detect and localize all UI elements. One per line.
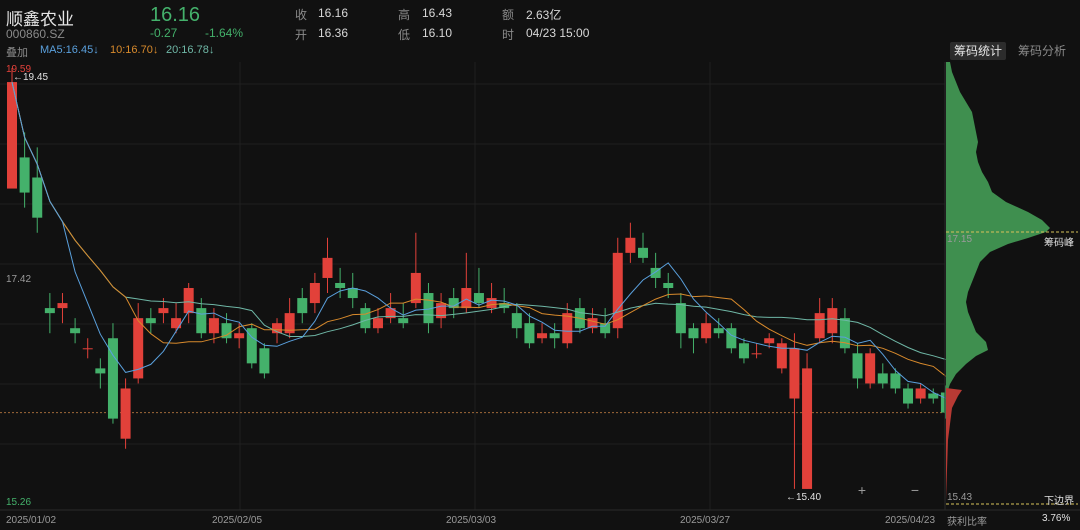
candle-body [789, 348, 800, 399]
date-label: 2025/01/02 [6, 515, 57, 526]
candle-body [120, 388, 131, 439]
candle-body [347, 288, 358, 299]
candle-body [903, 388, 914, 404]
candle-body [877, 373, 888, 384]
candle-body [372, 318, 383, 329]
bottom-price-label: 15.26 [6, 497, 32, 508]
candle-body [776, 343, 787, 369]
profit-ratio-label: 获利比率 [947, 517, 987, 528]
chip-lower-price: 15.43 [947, 492, 973, 503]
low-marker: ←15.40 [786, 492, 822, 503]
candle-body [814, 313, 825, 339]
candle-body [751, 353, 762, 355]
candle-body [852, 353, 863, 379]
candle-body [701, 323, 712, 339]
candle-body [738, 343, 749, 359]
candle-body [549, 333, 560, 339]
date-label: 2025/03/03 [446, 515, 497, 526]
candle-body [259, 348, 270, 374]
chip-loss-shape [946, 388, 962, 500]
zoom-out-button[interactable]: − [906, 482, 924, 500]
candle-body [32, 177, 43, 218]
chip-lower-label: 下边界 [1044, 496, 1074, 507]
candle-body [360, 308, 371, 329]
candle-body [688, 328, 699, 339]
chip-profit-shape [946, 62, 1050, 390]
chip-peak-price: 17.15 [947, 234, 973, 245]
ma20-line [11, 81, 947, 360]
candle-body [726, 328, 737, 349]
candle-body [473, 293, 484, 304]
profit-ratio-value: 3.76% [1042, 513, 1071, 524]
candle-body [625, 237, 636, 253]
candle-body [145, 318, 156, 324]
candle-body [827, 308, 838, 334]
candle-body [183, 288, 194, 314]
candle-body [524, 323, 535, 344]
candle-body [764, 338, 775, 344]
candle-body [171, 318, 182, 329]
candle-body [95, 368, 106, 374]
candle-body [309, 282, 320, 304]
candlestick-chart[interactable] [0, 0, 1080, 530]
candle-body [915, 388, 926, 399]
candle-body [638, 247, 648, 258]
candle-body [612, 252, 623, 329]
candle-body [234, 333, 245, 339]
candle-body [322, 257, 333, 278]
ma10-line [11, 81, 947, 377]
candle-body [461, 288, 472, 309]
candle-body [196, 308, 207, 334]
candle-body [562, 313, 573, 344]
candle-body [537, 333, 548, 339]
zoom-in-button[interactable]: + [853, 482, 871, 500]
candle-body [70, 328, 81, 334]
candle-body [57, 303, 68, 309]
ma5-line [11, 81, 947, 399]
candle-body [82, 348, 93, 350]
mid-price-label: 17.42 [6, 274, 32, 285]
candle-body [297, 298, 308, 314]
candle-body [410, 272, 421, 304]
candle-body [802, 368, 813, 489]
date-label: 2025/03/27 [680, 515, 731, 526]
candle-body [511, 313, 522, 329]
candle-body [675, 303, 686, 334]
candle-body [890, 373, 901, 389]
candle-body [713, 328, 724, 334]
candle-body [335, 282, 346, 289]
candle-body [208, 318, 219, 334]
date-label: 2025/04/23 [885, 515, 936, 526]
candle-body [398, 318, 409, 324]
date-label: 2025/02/05 [212, 515, 263, 526]
candle-body [486, 298, 497, 309]
high-marker: ←19.45 [13, 72, 49, 83]
chip-peak-label: 筹码峰 [1044, 238, 1074, 249]
candle-body [19, 157, 30, 193]
candle-body [158, 308, 169, 314]
candle-body [663, 282, 674, 289]
candle-body [44, 308, 55, 314]
candle-body [865, 353, 876, 384]
